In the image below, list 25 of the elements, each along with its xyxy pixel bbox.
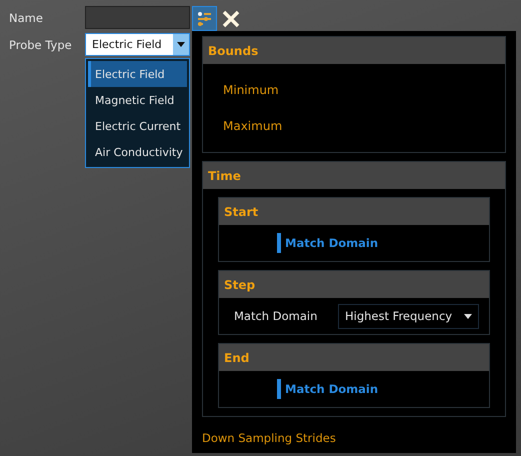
dropdown-option[interactable]: Air Conductivity <box>88 139 187 165</box>
field-label: Maximum <box>222 118 284 135</box>
field-label: Match Domain <box>234 309 318 323</box>
sliders-icon <box>196 10 213 27</box>
probe-type-dropdown[interactable]: Electric Field <box>85 33 190 56</box>
subsection-header: Step <box>219 271 489 298</box>
settings-button[interactable] <box>192 6 217 31</box>
section-header: Time <box>203 162 505 189</box>
dropdown-option[interactable]: Magnetic Field <box>88 87 187 113</box>
match-domain-link[interactable]: Match Domain <box>277 379 378 399</box>
down-sampling-label: Down Sampling Strides <box>202 431 337 445</box>
dropdown-option[interactable]: Electric Field <box>88 61 187 87</box>
field-label: Minimum <box>222 82 280 99</box>
section-header: Bounds <box>203 37 505 64</box>
probe-type-label: Probe Type <box>9 38 73 52</box>
dropdown-option[interactable]: Electric Current <box>88 113 187 139</box>
close-icon[interactable] <box>221 8 241 28</box>
name-field[interactable] <box>85 6 190 29</box>
frequency-dropdown[interactable]: Highest Frequency <box>338 304 479 328</box>
caret-icon <box>464 314 472 318</box>
subsection-header: End <box>219 344 489 371</box>
caret-icon <box>177 42 185 47</box>
name-label: Name <box>9 10 44 24</box>
subsection-header: Start <box>219 198 489 225</box>
match-domain-link[interactable]: Match Domain <box>277 233 378 253</box>
